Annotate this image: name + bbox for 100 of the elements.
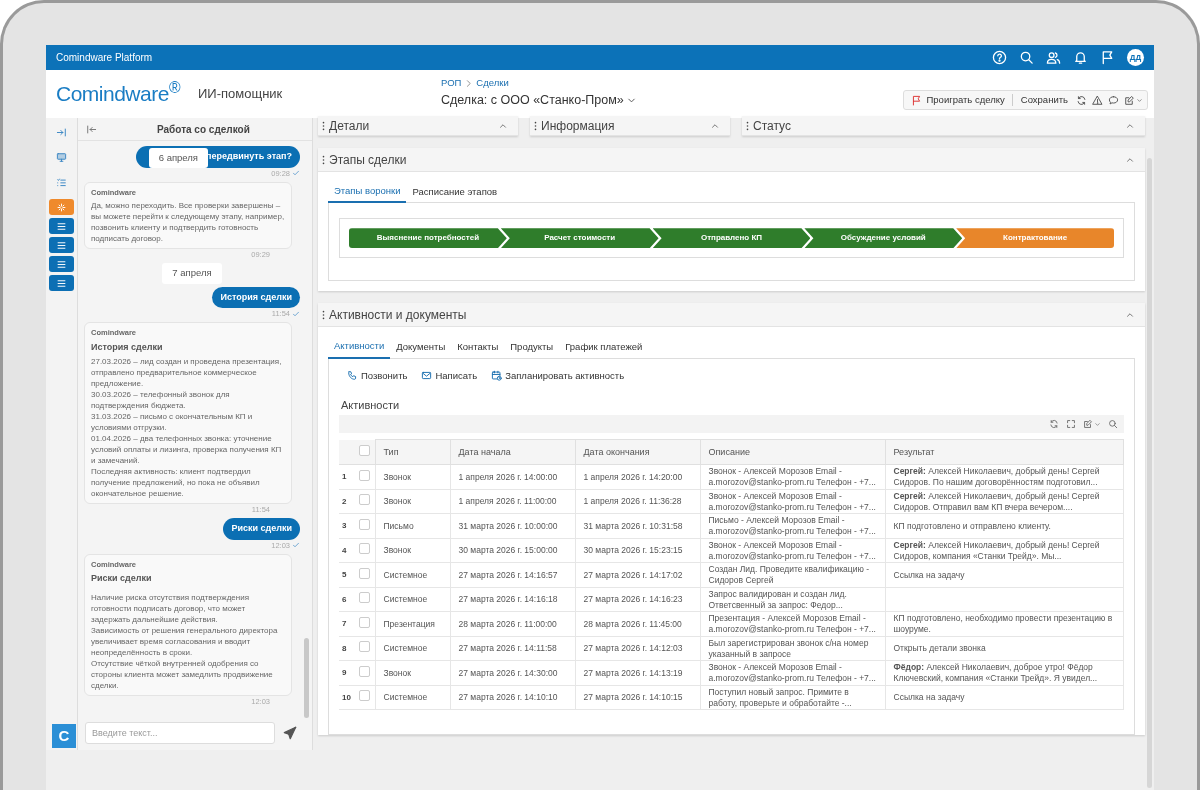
checkbox[interactable]: [359, 690, 371, 702]
section-title: Активности: [341, 397, 401, 413]
fullscreen-icon[interactable]: [1066, 419, 1076, 430]
column-header[interactable]: Тип: [383, 446, 399, 457]
stage-step[interactable]: Расчет стоимости: [500, 228, 659, 249]
tab[interactable]: Продукты: [504, 340, 560, 358]
column-header[interactable]: Дата начала: [458, 446, 511, 457]
stage-step[interactable]: Отправлено КП: [652, 228, 811, 249]
checkbox[interactable]: [359, 665, 371, 677]
sidebar-button[interactable]: [49, 256, 74, 272]
table-cell: Звонок - Алексей Морозов Email - a.morozov@stanko-prom.ru Телефон - +7...: [708, 662, 876, 683]
flag-icon: [911, 94, 923, 106]
breadcrumb-link[interactable]: РОП: [441, 76, 462, 91]
caret-icon[interactable]: [1094, 420, 1101, 428]
drag-handle-icon[interactable]: [744, 119, 751, 132]
tab[interactable]: Документы: [390, 340, 452, 358]
table-cell: КП подготовлено, необходимо провести презентацию в шоуруме.: [893, 613, 1113, 634]
column-header[interactable]: Результат: [893, 446, 935, 457]
table-cell: Презентация - Алексей Морозов Email - a.morozov@stanko-prom.ru Телефон - +7...: [708, 613, 876, 634]
checkbox[interactable]: [359, 469, 371, 481]
tab[interactable]: Этапы воронки: [328, 184, 407, 204]
sidebar-button[interactable]: [49, 218, 74, 234]
table-cell: Сергей: Алексей Николаевич, добрый день! Сергей Сидоров, компания «Станки Трейд». Мы...: [893, 539, 1100, 561]
checkbox[interactable]: [359, 444, 371, 456]
scrollbar-thumb[interactable]: [304, 638, 309, 718]
checkbox[interactable]: [359, 518, 371, 530]
sidebar-button[interactable]: [49, 199, 74, 215]
envelope-icon: [421, 370, 433, 382]
checkbox[interactable]: [359, 641, 371, 653]
tab[interactable]: Активности: [328, 339, 391, 359]
search-icon[interactable]: [1108, 419, 1118, 430]
table-cell: Запрос валидирован и создан лид. Ответсвенный за запрос: Федор...: [708, 588, 847, 610]
search-icon[interactable]: [1019, 50, 1034, 65]
table-cell: Системное: [383, 594, 428, 604]
save-button[interactable]: Сохранить: [1012, 91, 1076, 109]
breadcrumb-link[interactable]: Сделки: [476, 76, 509, 91]
caret-icon[interactable]: [1136, 96, 1143, 104]
row-number: 1: [342, 472, 347, 481]
people-icon[interactable]: [1046, 50, 1061, 65]
comment-icon[interactable]: [1108, 94, 1119, 106]
tab[interactable]: Контакты: [451, 340, 505, 358]
row-number: 6: [342, 594, 347, 604]
table-cell: Системное: [383, 643, 428, 653]
collapse-icon[interactable]: [86, 123, 97, 135]
drag-handle-icon[interactable]: [320, 119, 327, 132]
message-text: Наличие риска отсутствия подтверждения готовности подписать договор, что может задержать дальнейшие действия. Зависимость от решения генерального директора увеличивает время согласования и вводит неопределённость в сроки. Отсутствие чёткой внутренней одобрения со стороны клиента может замедлить продвижение сделки.: [91, 591, 279, 691]
table-cell: Звонок - Алексей Морозов Email - a.morozov@stanko-prom.ru Телефон - +7...: [708, 490, 876, 512]
edit-icon[interactable]: [1124, 94, 1135, 106]
row-number: 8: [342, 643, 347, 653]
message-text: 27.03.2026 – лид создан и проведена презентация, отправлено предварительное коммерческое предложение. 30.03.2026 – телефонный звонок для подтверждения бюджета. 31.03.2026 – письмо с окончательным КП и условиями отгрузки. 01.04.2026 – два телефонных звонка: уточнение условий оплаты и лизинга, проверка получения КП и замечаний. Последняя активность: клиент подтвердил получение предложений, но пока не объявил окончательное решение.: [91, 356, 283, 499]
table-cell: Звонок - Алексей Морозов Email - a.morozov@stanko-prom.ru Телефон - +7...: [708, 539, 876, 561]
app-title: Comindware Platform: [56, 51, 153, 65]
edit-icon[interactable]: [1083, 419, 1093, 430]
tab[interactable]: Расписание этапов: [406, 185, 504, 203]
table-cell: 27 марта 2026 г. 14:11:58: [458, 643, 557, 653]
column-header[interactable]: Описание: [708, 446, 750, 457]
table-cell: 30 марта 2026 г. 15:00:00: [458, 545, 558, 555]
table-cell: Сергей: Алексей Николаевич, добрый день! Сергей Сидоров. Отправил вам КП вчера вечером....: [893, 490, 1100, 512]
table-cell: Письмо - Алексей Морозов Email - a.morozov@stanko-prom.ru Телефон - +7...: [708, 515, 876, 536]
action-link[interactable]: Написать: [421, 368, 478, 383]
stage-step[interactable]: Обсуждение условий: [804, 228, 963, 249]
checklist-icon: [56, 176, 67, 188]
table-cell: 1 апреля 2026 г. 14:20:00: [583, 471, 683, 482]
send-icon[interactable]: [283, 726, 297, 740]
sidebar-button[interactable]: [49, 237, 74, 253]
action-link[interactable]: Запланировать активность: [491, 368, 625, 383]
checkbox[interactable]: [359, 616, 371, 628]
user-message: Риски сделки: [223, 518, 300, 540]
refresh-icon[interactable]: [1049, 419, 1059, 430]
message-input[interactable]: Введите текст...: [85, 722, 275, 744]
stage-step[interactable]: Выяснение потребностей: [349, 228, 507, 249]
table-cell: Звонок: [383, 545, 411, 555]
checkbox[interactable]: [359, 494, 371, 506]
row-number: 2: [342, 496, 347, 506]
date-chip: 7 апреля: [162, 263, 222, 284]
checkbox[interactable]: [359, 592, 371, 604]
bell-icon[interactable]: [1073, 50, 1088, 65]
sidebar-button[interactable]: [49, 275, 74, 291]
row-number: 7: [342, 619, 347, 628]
app-badge[interactable]: C: [52, 724, 76, 748]
table-cell: Сергей: Алексей Николаевич, добрый день! Сергей Сидоров. По нашим договорённостям подготовил...: [893, 466, 1100, 487]
flag-icon[interactable]: [1100, 50, 1115, 65]
drag-handle-icon[interactable]: [532, 119, 539, 132]
scrollbar-thumb[interactable]: [1147, 158, 1152, 788]
message-heading: Риски сделки: [91, 572, 153, 586]
row-number: 5: [342, 570, 347, 579]
lose-deal-button[interactable]: Проиграть сделку: [904, 91, 1012, 109]
table-cell: 27 марта 2026 г. 14:16:57: [458, 569, 558, 580]
assistant-title: ИИ-помощник: [198, 85, 284, 104]
tab[interactable]: График платежей: [559, 340, 649, 358]
help-icon[interactable]: [992, 50, 1007, 65]
warning-icon[interactable]: [1092, 94, 1103, 106]
checkbox[interactable]: [359, 543, 371, 555]
drag-handle-icon[interactable]: [320, 308, 327, 321]
action-link[interactable]: Позвонить: [347, 368, 408, 383]
refresh-icon[interactable]: [1076, 94, 1087, 106]
checkbox[interactable]: [359, 567, 371, 579]
user-avatar[interactable]: ДД: [1127, 49, 1144, 66]
drag-handle-icon[interactable]: [320, 153, 327, 166]
panel-title: Информация: [541, 117, 615, 135]
